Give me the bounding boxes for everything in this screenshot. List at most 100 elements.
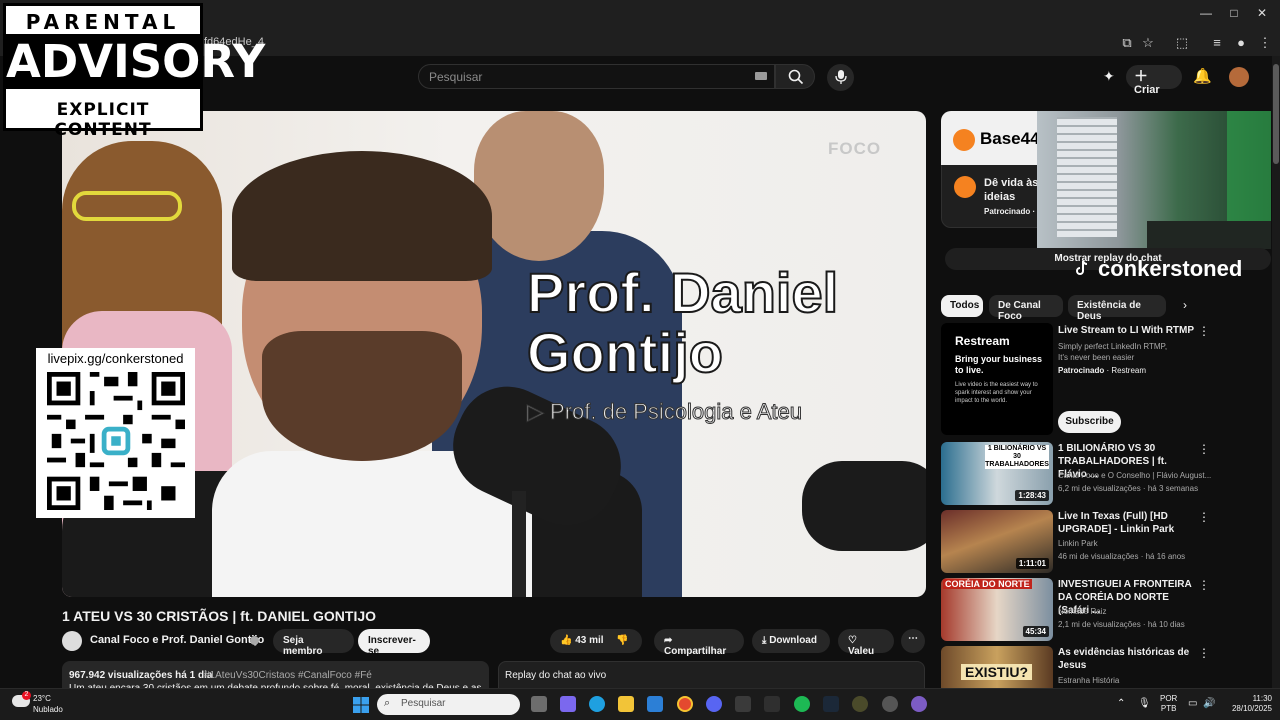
video-duration: 1:28:43 <box>1015 490 1049 501</box>
keyboard-layout: PTB <box>1160 704 1177 713</box>
app-icon[interactable] <box>911 696 927 712</box>
parental-advisory-overlay: PARENTAL ADVISORY EXPLICIT CONTENT <box>3 3 265 140</box>
thanks-button[interactable]: ♡ Valeu <box>838 629 894 657</box>
recommended-ad-title[interactable]: Live Stream to LI With RTMP <box>1058 324 1198 337</box>
recommendation-channel[interactable]: Linkin Park <box>1058 538 1218 549</box>
spotify-icon[interactable] <box>794 696 810 712</box>
puzzle-icon[interactable]: ✦ <box>1103 68 1115 85</box>
task-view-icon[interactable] <box>531 696 547 712</box>
subscribe-button[interactable]: Inscrever-se <box>358 629 430 657</box>
video-lower-third-name-2: Gontijo <box>526 321 724 384</box>
recommendation-thumbnail[interactable]: EXISTIU? <box>941 646 1053 688</box>
tray-chevron-up-icon[interactable]: ⌃ <box>1117 698 1125 709</box>
download-button[interactable]: ⤓ Download <box>752 629 830 653</box>
obs-icon[interactable] <box>882 696 898 712</box>
account-avatar[interactable] <box>1229 67 1249 87</box>
recommended-ad-tagline: Bring your business to live. <box>955 354 1043 375</box>
voice-search-button[interactable] <box>827 64 854 91</box>
more-vert-icon[interactable]: ⋮ <box>1198 578 1210 592</box>
search-button[interactable] <box>775 64 815 89</box>
discord-icon[interactable] <box>706 696 722 712</box>
chip-all[interactable]: Todos <box>941 295 983 317</box>
chip-existence-of-god[interactable]: Existência de Deus <box>1068 295 1166 322</box>
edge-icon[interactable] <box>589 696 605 712</box>
like-dislike-group[interactable]: 👍 43 mil 👎 <box>550 629 642 653</box>
more-vert-icon[interactable]: ⋮ <box>1198 442 1210 456</box>
recommendation-meta: 2,1 mi de visualizações · há 10 dias <box>1058 620 1185 629</box>
windows-taskbar <box>0 688 1280 720</box>
speaker-beard <box>262 331 462 461</box>
thumbs-up-icon[interactable]: 👍 <box>560 635 572 646</box>
recommendation-meta: 6,2 mi de visualizações · há 3 semanas <box>1058 484 1199 493</box>
close-button[interactable]: ✕ <box>1252 6 1272 20</box>
search-input[interactable]: Pesquisar <box>418 64 775 89</box>
keyboard-language[interactable]: POR PTB <box>1160 694 1177 714</box>
reading-list-icon[interactable]: ≡ <box>1208 35 1226 50</box>
chip-from-channel[interactable]: De Canal Foco <box>989 295 1063 322</box>
recommendation-channel[interactable]: Estranha História <box>1058 675 1218 686</box>
ad-brand: Base44 <box>980 129 1040 148</box>
steam-icon[interactable] <box>823 696 839 712</box>
background-man-head <box>474 111 604 261</box>
thumbs-down-icon[interactable]: 👎 <box>616 635 628 646</box>
profile-icon[interactable]: ● <box>1232 35 1250 50</box>
recommendation-title[interactable]: As evidências históricas de Jesus <box>1058 646 1198 672</box>
recommendation-thumbnail[interactable]: 1:11:01 <box>941 510 1053 573</box>
chrome-icon[interactable] <box>677 696 693 712</box>
maximize-button[interactable]: □ <box>1224 6 1244 20</box>
recommendation-title[interactable]: Live In Texas (Full) [HD UPGRADE] - Link… <box>1058 510 1198 536</box>
channel-avatar[interactable] <box>62 631 82 651</box>
tray-microphone-icon[interactable]: 🎙 <box>1138 698 1151 709</box>
recommended-ad-subscribe-button[interactable]: Subscribe <box>1058 411 1121 433</box>
taskbar-clock[interactable]: 11:30 28/10/2025 <box>1228 694 1272 714</box>
create-button[interactable]: ＋ Criar <box>1126 65 1182 96</box>
recommended-ad-sponsored: Patrocinado <box>1058 366 1105 375</box>
weather-description[interactable]: Nublado <box>33 705 63 714</box>
minimize-button[interactable]: — <box>1196 6 1216 20</box>
more-actions-button[interactable]: ⋯ <box>901 629 925 653</box>
thanks-label: Valeu <box>848 646 875 657</box>
scrollbar-thumb[interactable] <box>1273 64 1279 164</box>
qr-code-icon <box>47 372 185 510</box>
teams-icon[interactable] <box>560 696 576 712</box>
search-icon <box>788 69 804 85</box>
recommendation-channel[interactable]: Nômade Raiz <box>1058 606 1218 617</box>
extensions-icon[interactable]: ⬚ <box>1173 35 1191 51</box>
recommendation-thumbnail[interactable]: CORÉIA DO NORTE 45:34 <box>941 578 1053 641</box>
description-hashtags[interactable]: #1AteuVs30Cristaos #CanalFoco #Fé <box>204 670 372 681</box>
more-vert-icon[interactable]: ⋮ <box>1198 646 1210 660</box>
more-vert-icon[interactable]: ⋮ <box>1198 324 1210 338</box>
volume-icon[interactable]: 🔊 <box>1203 698 1215 709</box>
video-duration: 1:11:01 <box>1015 558 1049 569</box>
recommendation-thumbnail[interactable]: 1 BILIONÁRIO VS 30 TRABALHADORES 1:28:43 <box>941 442 1053 505</box>
webcam-desk <box>1147 221 1271 249</box>
bookmark-star-icon[interactable]: ☆ <box>1139 35 1157 51</box>
clock-date: 28/10/2025 <box>1231 704 1272 713</box>
join-button[interactable]: Seja membro <box>273 629 354 657</box>
recommended-ad-small-text: Live video is the easiest way to spark i… <box>955 382 1038 404</box>
file-explorer-icon[interactable] <box>618 696 634 712</box>
app-icon[interactable] <box>852 696 868 712</box>
ad-sponsored-label: Patrocinado · <box>984 207 1036 216</box>
monitor-icon[interactable]: ▭ <box>1188 698 1197 709</box>
language-code: POR <box>1160 694 1178 703</box>
clock-time: 11:30 <box>1252 694 1272 703</box>
keyboard-icon[interactable] <box>755 72 767 80</box>
channel-name[interactable]: Canal Foco e Prof. Daniel Gontijo <box>90 634 264 646</box>
video-brand-logo: FOCO <box>828 139 882 158</box>
weather-temperature[interactable]: 23°C <box>33 694 51 703</box>
more-vert-icon[interactable]: ⋮ <box>1198 510 1210 524</box>
terminal-icon[interactable] <box>764 696 780 712</box>
cast-icon[interactable]: ⧉ <box>1118 35 1136 51</box>
store-icon[interactable] <box>647 696 663 712</box>
recommendation-channel[interactable]: Canal Foco e O Conselho | Flávio August.… <box>1058 470 1218 481</box>
ad-headline[interactable]: Dê vida às ideias <box>984 176 1044 204</box>
browser-menu-icon[interactable]: ⋮ <box>1256 35 1274 51</box>
windows-start-icon[interactable] <box>353 697 369 713</box>
taskbar-search-input[interactable]: ⌕ Pesquisar <box>377 694 520 715</box>
app-icon[interactable] <box>735 696 751 712</box>
video-title: 1 ATEU VS 30 CRISTÃOS | ft. DANIEL GONTI… <box>62 608 377 624</box>
share-button[interactable]: ➦ Compartilhar <box>654 629 744 657</box>
notifications-bell-icon[interactable]: 🔔 <box>1193 67 1212 85</box>
chevron-right-icon[interactable]: › <box>1183 298 1187 312</box>
